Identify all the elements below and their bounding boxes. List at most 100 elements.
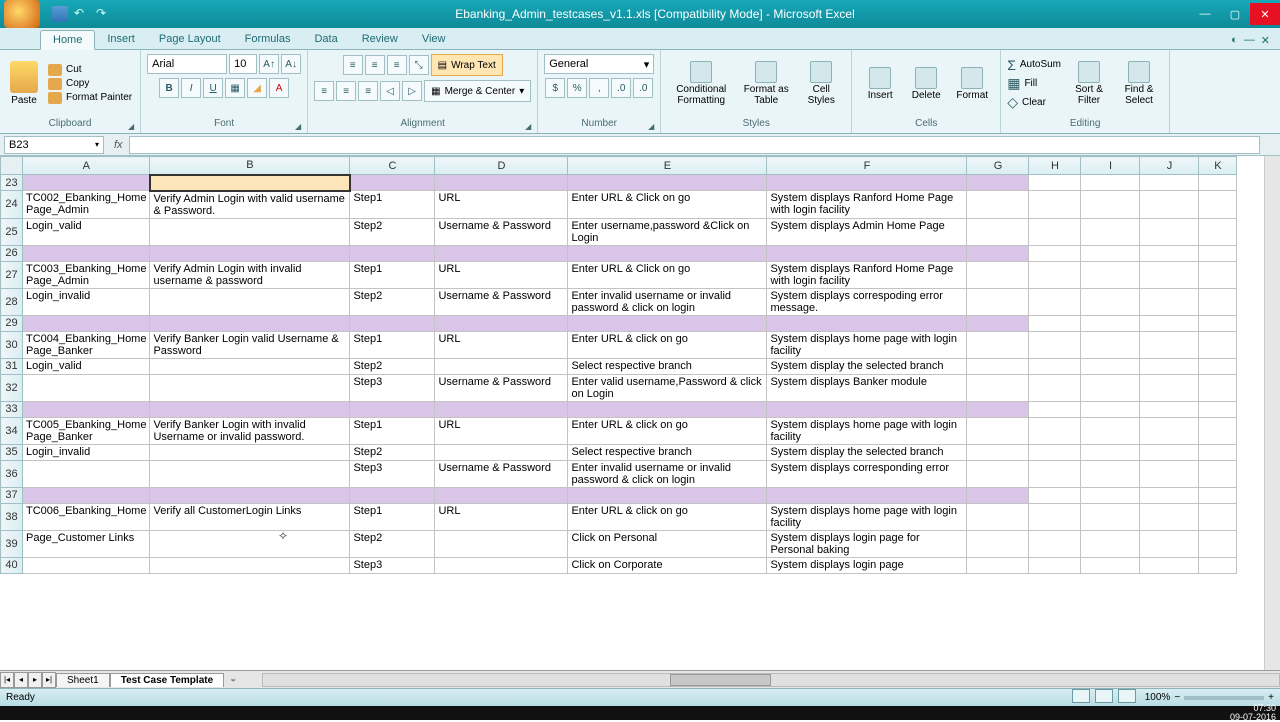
cell[interactable] (1029, 175, 1081, 191)
row-header[interactable]: 26 (1, 245, 23, 261)
cell[interactable] (967, 417, 1029, 444)
cell[interactable] (967, 261, 1029, 288)
cell[interactable] (1140, 331, 1199, 358)
name-box[interactable]: B23▾ (4, 136, 104, 154)
cell[interactable] (23, 374, 150, 401)
row-header[interactable]: 24 (1, 191, 23, 219)
cell[interactable] (1029, 315, 1081, 331)
cell[interactable] (967, 460, 1029, 487)
cell[interactable] (1029, 374, 1081, 401)
cell[interactable] (1029, 191, 1081, 219)
cell[interactable] (435, 401, 568, 417)
cell[interactable] (1081, 261, 1140, 288)
delete-cells-button[interactable]: Delete (904, 65, 948, 103)
cell[interactable] (1140, 487, 1199, 503)
cell[interactable]: URL (435, 261, 568, 288)
cell[interactable] (1081, 245, 1140, 261)
minimize-button[interactable]: — (1190, 3, 1220, 25)
cell[interactable] (350, 487, 435, 503)
cell[interactable] (1140, 191, 1199, 219)
align-left-button[interactable]: ≡ (314, 81, 334, 101)
cell[interactable]: Select respective branch (568, 358, 767, 374)
row-header[interactable]: 37 (1, 487, 23, 503)
cell[interactable]: System displays login page for Personal … (767, 530, 967, 557)
cell[interactable] (967, 503, 1029, 530)
cell[interactable] (150, 358, 350, 374)
cell[interactable] (1029, 358, 1081, 374)
underline-button[interactable]: U (203, 78, 223, 98)
cell[interactable] (568, 175, 767, 191)
cell[interactable]: Username & Password (435, 218, 568, 245)
cell[interactable] (1081, 503, 1140, 530)
increase-indent-button[interactable]: ▷ (402, 81, 422, 101)
cell[interactable]: TC002_Ebanking_Home Page_Admin (23, 191, 150, 219)
cell[interactable]: Step1 (350, 191, 435, 219)
cell[interactable] (1081, 191, 1140, 219)
cell[interactable] (435, 557, 568, 573)
cell[interactable]: Username & Password (435, 374, 568, 401)
cell[interactable]: System displays login page (767, 557, 967, 573)
cell[interactable] (350, 175, 435, 191)
cell[interactable] (967, 218, 1029, 245)
cell[interactable] (23, 557, 150, 573)
new-sheet-button[interactable]: ◒ (224, 674, 242, 685)
align-bottom-button[interactable]: ≡ (387, 55, 407, 75)
cell[interactable] (568, 245, 767, 261)
cell[interactable] (1199, 358, 1237, 374)
row-header[interactable]: 28 (1, 288, 23, 315)
cell[interactable]: Enter username,password &Click on Login (568, 218, 767, 245)
cell[interactable] (967, 444, 1029, 460)
cell[interactable] (1029, 444, 1081, 460)
cell[interactable] (23, 460, 150, 487)
copy-button[interactable]: Copy (48, 78, 132, 90)
page-break-view-button[interactable] (1118, 689, 1136, 703)
cell[interactable] (967, 245, 1029, 261)
find-select-button[interactable]: Find & Select (1115, 59, 1163, 108)
cell[interactable] (1140, 261, 1199, 288)
row-header[interactable]: 33 (1, 401, 23, 417)
border-button[interactable]: ▦ (225, 78, 245, 98)
cell[interactable] (1081, 358, 1140, 374)
cell[interactable] (23, 175, 150, 191)
cell[interactable]: URL (435, 417, 568, 444)
cell[interactable] (1199, 487, 1237, 503)
dialog-launcher-icon[interactable]: ◢ (295, 122, 301, 131)
tab-formulas[interactable]: Formulas (233, 30, 303, 49)
cell[interactable] (967, 401, 1029, 417)
row-header[interactable]: 23 (1, 175, 23, 191)
cell[interactable]: TC006_Ebanking_Home (23, 503, 150, 530)
cell[interactable] (1081, 417, 1140, 444)
cell[interactable] (1199, 417, 1237, 444)
cell[interactable] (967, 358, 1029, 374)
cell[interactable] (435, 487, 568, 503)
cell[interactable] (967, 557, 1029, 573)
cell[interactable]: Step2 (350, 218, 435, 245)
dialog-launcher-icon[interactable]: ◢ (128, 122, 134, 131)
cell[interactable] (967, 530, 1029, 557)
dialog-launcher-icon[interactable]: ◢ (525, 122, 531, 131)
cell[interactable]: System displays Ranford Home Page with l… (767, 191, 967, 219)
percent-button[interactable]: % (567, 78, 587, 98)
cell[interactable] (150, 315, 350, 331)
cell[interactable] (1199, 191, 1237, 219)
cell[interactable] (1140, 401, 1199, 417)
cell[interactable]: Username & Password (435, 288, 568, 315)
cell[interactable]: System displays home page with login fac… (767, 331, 967, 358)
cell[interactable] (1199, 530, 1237, 557)
cell[interactable]: Enter URL & click on go (568, 331, 767, 358)
column-header[interactable]: D (435, 157, 568, 175)
cell[interactable]: Select respective branch (568, 444, 767, 460)
cell[interactable] (1199, 401, 1237, 417)
cell[interactable] (1140, 358, 1199, 374)
cell[interactable]: Enter URL & click on go (568, 417, 767, 444)
zoom-in-button[interactable]: + (1268, 692, 1274, 703)
help-icon[interactable]: ◐ (1231, 34, 1238, 47)
column-header[interactable]: F (767, 157, 967, 175)
page-layout-view-button[interactable] (1095, 689, 1113, 703)
shrink-font-button[interactable]: A↓ (281, 54, 301, 74)
column-header[interactable]: K (1199, 157, 1237, 175)
cell[interactable] (568, 487, 767, 503)
dialog-launcher-icon[interactable]: ◢ (648, 122, 654, 131)
cell[interactable] (767, 401, 967, 417)
row-header[interactable]: 38 (1, 503, 23, 530)
